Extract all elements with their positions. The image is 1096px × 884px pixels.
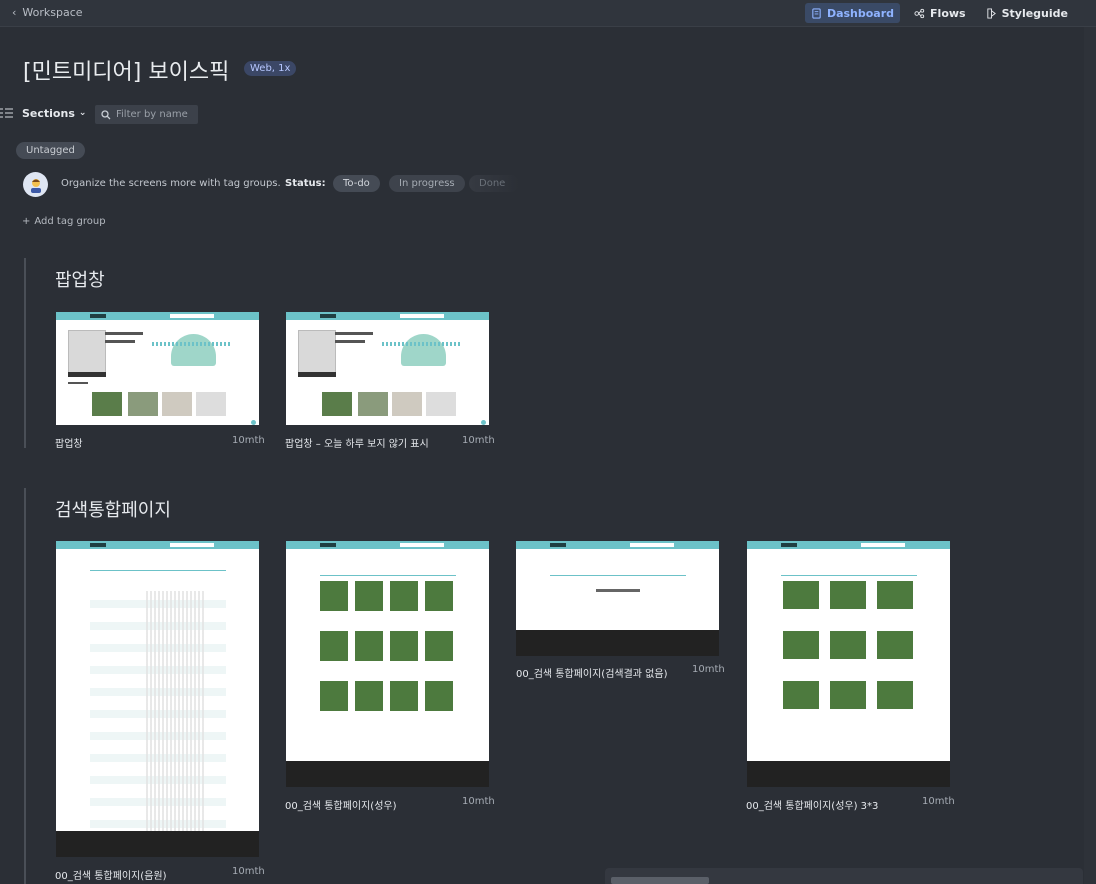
flows-icon <box>914 8 925 18</box>
filter-input[interactable] <box>116 109 196 120</box>
back-label: Workspace <box>22 6 83 19</box>
section-title-search: 검색통합페이지 <box>55 500 171 521</box>
screen-time: 10mth <box>692 664 725 675</box>
untagged-tag[interactable]: Untagged <box>16 142 85 159</box>
screen-time: 10mth <box>922 796 955 807</box>
top-bar: ‹ Workspace Dashboard Flows Styleguide <box>0 0 1096 27</box>
add-tag-group-button[interactable]: + Add tag group <box>22 216 106 227</box>
filter-by-name-field[interactable] <box>95 105 198 124</box>
screen-time: 10mth <box>462 435 495 446</box>
screen-time: 10mth <box>462 796 495 807</box>
screen-thumbnail-popup-hide-today[interactable] <box>286 312 489 425</box>
list-filter-icon <box>0 108 13 118</box>
section-divider <box>24 488 26 884</box>
screen-name[interactable]: 00_검색 통합페이지(성우) <box>285 797 397 812</box>
user-avatar-icon <box>23 172 48 197</box>
nav-styleguide-label: Styleguide <box>1001 6 1068 20</box>
screen-time: 10mth <box>232 866 265 877</box>
scrollbar-track[interactable] <box>1084 27 1096 884</box>
screen-name[interactable]: 00_검색 통합페이지(검색결과 없음) <box>516 665 668 680</box>
dashboard-icon <box>812 7 821 19</box>
back-to-workspace-link[interactable]: ‹ Workspace <box>12 6 83 19</box>
search-icon <box>101 109 111 119</box>
section-divider <box>24 258 26 448</box>
screen-name[interactable]: 팝업창 <box>55 435 83 450</box>
chevron-down-icon: ⌄ <box>78 108 87 118</box>
nav-styleguide[interactable]: Styleguide <box>980 3 1074 23</box>
styleguide-icon <box>986 7 996 19</box>
screen-thumbnail-search-no-results[interactable] <box>516 541 719 656</box>
screen-name[interactable]: 00_검색 통합페이지(성우) 3*3 <box>746 797 878 812</box>
status-done-pill[interactable]: Done <box>469 175 520 192</box>
screen-name[interactable]: 00_검색 통합페이지(음원) <box>55 867 167 882</box>
screen-time: 10mth <box>232 435 265 446</box>
sections-toggle[interactable]: Sections ⌄ <box>0 106 86 120</box>
bottom-panel[interactable] <box>605 868 1083 884</box>
organize-hint: Organize the screens more with tag group… <box>61 178 281 189</box>
platform-badge: Web, 1x <box>244 61 297 76</box>
add-tag-group-label: Add tag group <box>34 216 106 227</box>
status-in-progress-pill[interactable]: In progress <box>389 175 465 192</box>
section-title-popup: 팝업창 <box>55 270 105 291</box>
plus-icon: + <box>22 216 31 227</box>
project-title: [민트미디어] 보이스픽 <box>23 60 230 85</box>
nav-dashboard-label: Dashboard <box>826 6 895 20</box>
status-label: Status: <box>285 178 326 189</box>
screen-name[interactable]: 팝업창 – 오늘 하루 보지 않기 표시 <box>285 435 429 450</box>
nav-flows-label: Flows <box>930 6 966 20</box>
nav-dashboard[interactable]: Dashboard <box>804 3 901 23</box>
screen-thumbnail-search-voice[interactable] <box>286 541 489 787</box>
chevron-left-icon: ‹ <box>12 6 17 19</box>
sections-label: Sections ⌄ <box>22 106 87 120</box>
screen-thumbnail-popup[interactable] <box>56 312 259 425</box>
top-nav: Dashboard Flows Styleguide <box>804 3 1074 23</box>
nav-flows[interactable]: Flows <box>908 3 972 23</box>
screen-thumbnail-search-voice-3x3[interactable] <box>747 541 950 787</box>
status-todo-pill[interactable]: To-do <box>333 175 380 192</box>
screen-thumbnail-search-audio[interactable] <box>56 541 259 857</box>
